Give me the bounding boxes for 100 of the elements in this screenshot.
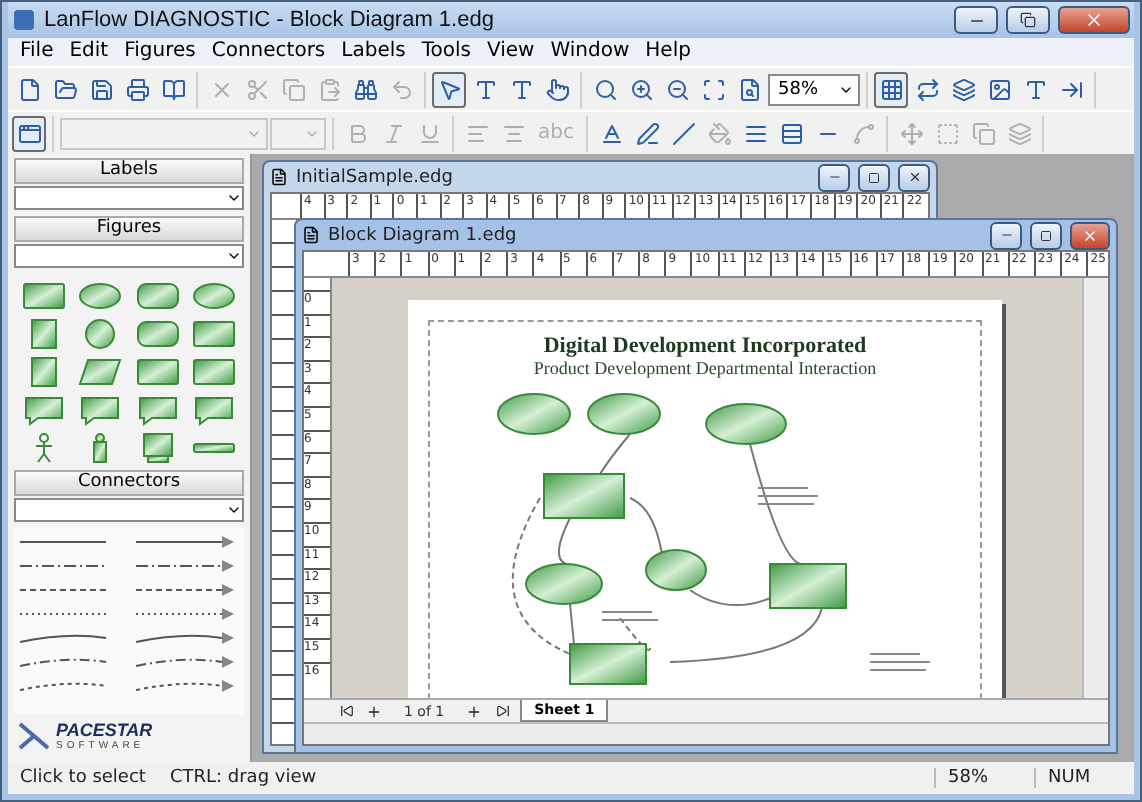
diagram-subtitle: Product Development Departmental Interaction — [533, 358, 877, 378]
arrow-connector-icon[interactable] — [133, 536, 233, 548]
image-icon — [987, 77, 1011, 101]
underline-icon — [417, 121, 441, 145]
save-icon — [89, 77, 113, 101]
arrow-connector-icon[interactable] — [133, 608, 233, 620]
skip-forward-icon — [495, 704, 510, 718]
add-sheet-button[interactable] — [464, 701, 485, 721]
first-sheet-button[interactable] — [336, 701, 356, 721]
search-icon — [593, 77, 617, 101]
status-text: Click to select — [18, 768, 148, 788]
status-text: 58% — [934, 768, 1034, 788]
line-icon — [671, 121, 695, 145]
horizontal-scrollbar[interactable] — [304, 722, 1108, 744]
group-icon — [935, 121, 959, 145]
menu-item[interactable]: File — [12, 38, 62, 66]
italic-icon — [381, 121, 405, 145]
document-shape-icon[interactable] — [135, 356, 180, 388]
menu-item[interactable]: Help — [637, 38, 699, 66]
chevron-down-icon — [226, 248, 242, 264]
folder-shape-icon[interactable] — [191, 356, 236, 388]
maximize-button[interactable] — [858, 163, 890, 191]
grid-button[interactable] — [874, 71, 908, 107]
section-header[interactable]: Connectors — [14, 470, 244, 496]
move-icon — [899, 121, 923, 145]
close-button[interactable] — [1070, 221, 1110, 249]
arrow-connector-icon[interactable] — [133, 560, 233, 572]
printer-icon — [125, 77, 149, 101]
status-text: NUM — [1034, 768, 1134, 788]
copy-icon — [971, 121, 995, 145]
maximize-icon — [1040, 229, 1052, 241]
close-icon — [1084, 10, 1104, 30]
pointer-button[interactable] — [432, 71, 466, 107]
close-button[interactable] — [1058, 6, 1130, 34]
skip-back-icon — [339, 704, 353, 718]
menu-item[interactable]: Labels — [333, 38, 414, 66]
callout-shape-icon[interactable] — [135, 394, 180, 426]
minimize-button[interactable] — [818, 163, 850, 191]
cloud-shape-icon[interactable] — [191, 280, 236, 312]
menu-item[interactable]: Connectors — [203, 38, 334, 66]
menu-item[interactable]: Tools — [413, 38, 479, 66]
category-dropdown[interactable] — [14, 498, 244, 522]
arrow-connector-icon[interactable] — [133, 632, 233, 644]
rounded-square-shape-icon[interactable] — [135, 318, 180, 350]
last-sheet-button[interactable] — [492, 701, 513, 721]
layers-icon — [951, 77, 975, 101]
rounded-rectangle-shape-icon[interactable] — [135, 280, 180, 312]
speech-bubble-shape-icon[interactable] — [22, 394, 67, 426]
tab-rectangle-shape-icon[interactable] — [191, 318, 236, 350]
open-folder-icon — [53, 77, 77, 101]
align-center-icon — [501, 121, 525, 145]
arrow-icon — [1059, 77, 1083, 101]
arrow-connector-icon[interactable] — [133, 584, 233, 596]
add-sheet-button[interactable] — [364, 701, 384, 721]
window-icon — [17, 121, 41, 145]
menu-item[interactable]: Edit — [61, 38, 117, 66]
scissors-icon — [245, 77, 269, 101]
menu-item[interactable]: View — [478, 38, 543, 66]
logo-icon — [18, 722, 50, 750]
menu-item[interactable]: Window — [542, 38, 638, 66]
category-dropdown[interactable] — [14, 186, 244, 210]
document-icon — [302, 226, 320, 244]
arrow-connector-icon[interactable] — [133, 656, 233, 668]
maximize-button[interactable] — [1030, 221, 1062, 249]
ellipse-shape-icon[interactable] — [78, 280, 123, 312]
close-button[interactable] — [898, 163, 930, 191]
curve-icon — [851, 121, 875, 145]
arrow-connector-icon[interactable] — [133, 680, 233, 692]
window-button[interactable] — [12, 115, 46, 151]
speech-bubble-shape-icon[interactable] — [78, 394, 123, 426]
zoom-out-icon — [665, 77, 689, 101]
section-header[interactable]: Labels — [14, 158, 244, 184]
diagram-title: Digital Development Incorporated — [543, 334, 867, 358]
copy-icon — [281, 77, 305, 101]
menu-item[interactable]: Figures — [116, 38, 204, 66]
category-dropdown[interactable] — [14, 244, 244, 268]
vertical-scrollbar[interactable] — [1082, 278, 1108, 698]
binoculars-icon — [353, 77, 377, 101]
minimize-button[interactable] — [954, 6, 998, 34]
rectangle-shape-icon[interactable] — [22, 280, 67, 312]
logo-name: PACESTAR — [56, 720, 153, 740]
paste-icon — [317, 77, 341, 101]
minimize-button[interactable] — [990, 221, 1022, 249]
zoom-dropdown[interactable]: 58% — [768, 73, 860, 105]
callout-shape-icon[interactable] — [191, 394, 236, 426]
window-title: LanFlow DIAGNOSTIC - Block Diagram 1.edg — [44, 8, 496, 32]
page-search-icon — [737, 77, 761, 101]
parallelogram-shape-icon[interactable] — [78, 356, 123, 388]
document-icon — [270, 168, 288, 186]
book-icon — [161, 77, 185, 101]
maximize-button[interactable] — [1006, 6, 1050, 34]
section-header[interactable]: Figures — [14, 216, 244, 242]
zoom-in-icon — [629, 77, 653, 101]
grid-icon — [879, 77, 903, 101]
close-icon — [1082, 227, 1098, 243]
plus-icon — [366, 703, 382, 719]
text-icon — [1023, 77, 1047, 101]
bold-icon — [345, 121, 369, 145]
layers-icon — [1007, 121, 1031, 145]
hand-pointer-icon — [545, 77, 569, 101]
